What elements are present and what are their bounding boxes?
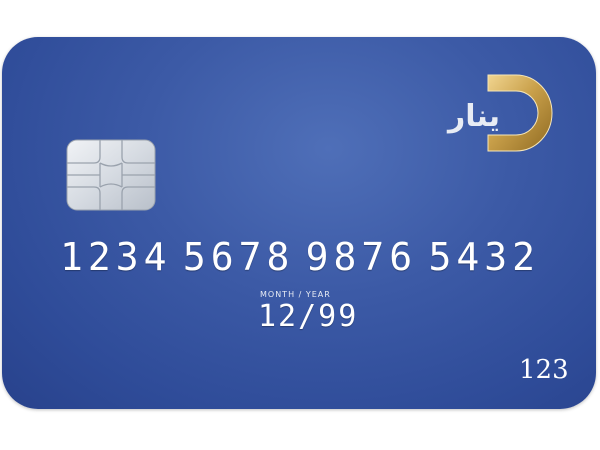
- credit-card: ينار 1234 5678 9876 5432 MONTH / YEAR 12…: [2, 37, 596, 409]
- card-number-group-2: 5678: [182, 235, 295, 279]
- card-number-group-1: 1234: [60, 235, 172, 279]
- expiry-date: 12/99: [258, 299, 359, 334]
- card-number: 1234 5678 9876 5432: [60, 235, 540, 279]
- card-number-group-3: 9876: [305, 235, 418, 279]
- card-number-group-4: 5432: [428, 235, 540, 279]
- emv-chip-icon: [66, 139, 156, 211]
- expiry-label: MONTH / YEAR: [260, 290, 331, 299]
- brand-logo: ينار: [420, 73, 560, 153]
- dinar-d-logo-icon: [487, 74, 553, 152]
- cvv-code: 123: [519, 355, 569, 385]
